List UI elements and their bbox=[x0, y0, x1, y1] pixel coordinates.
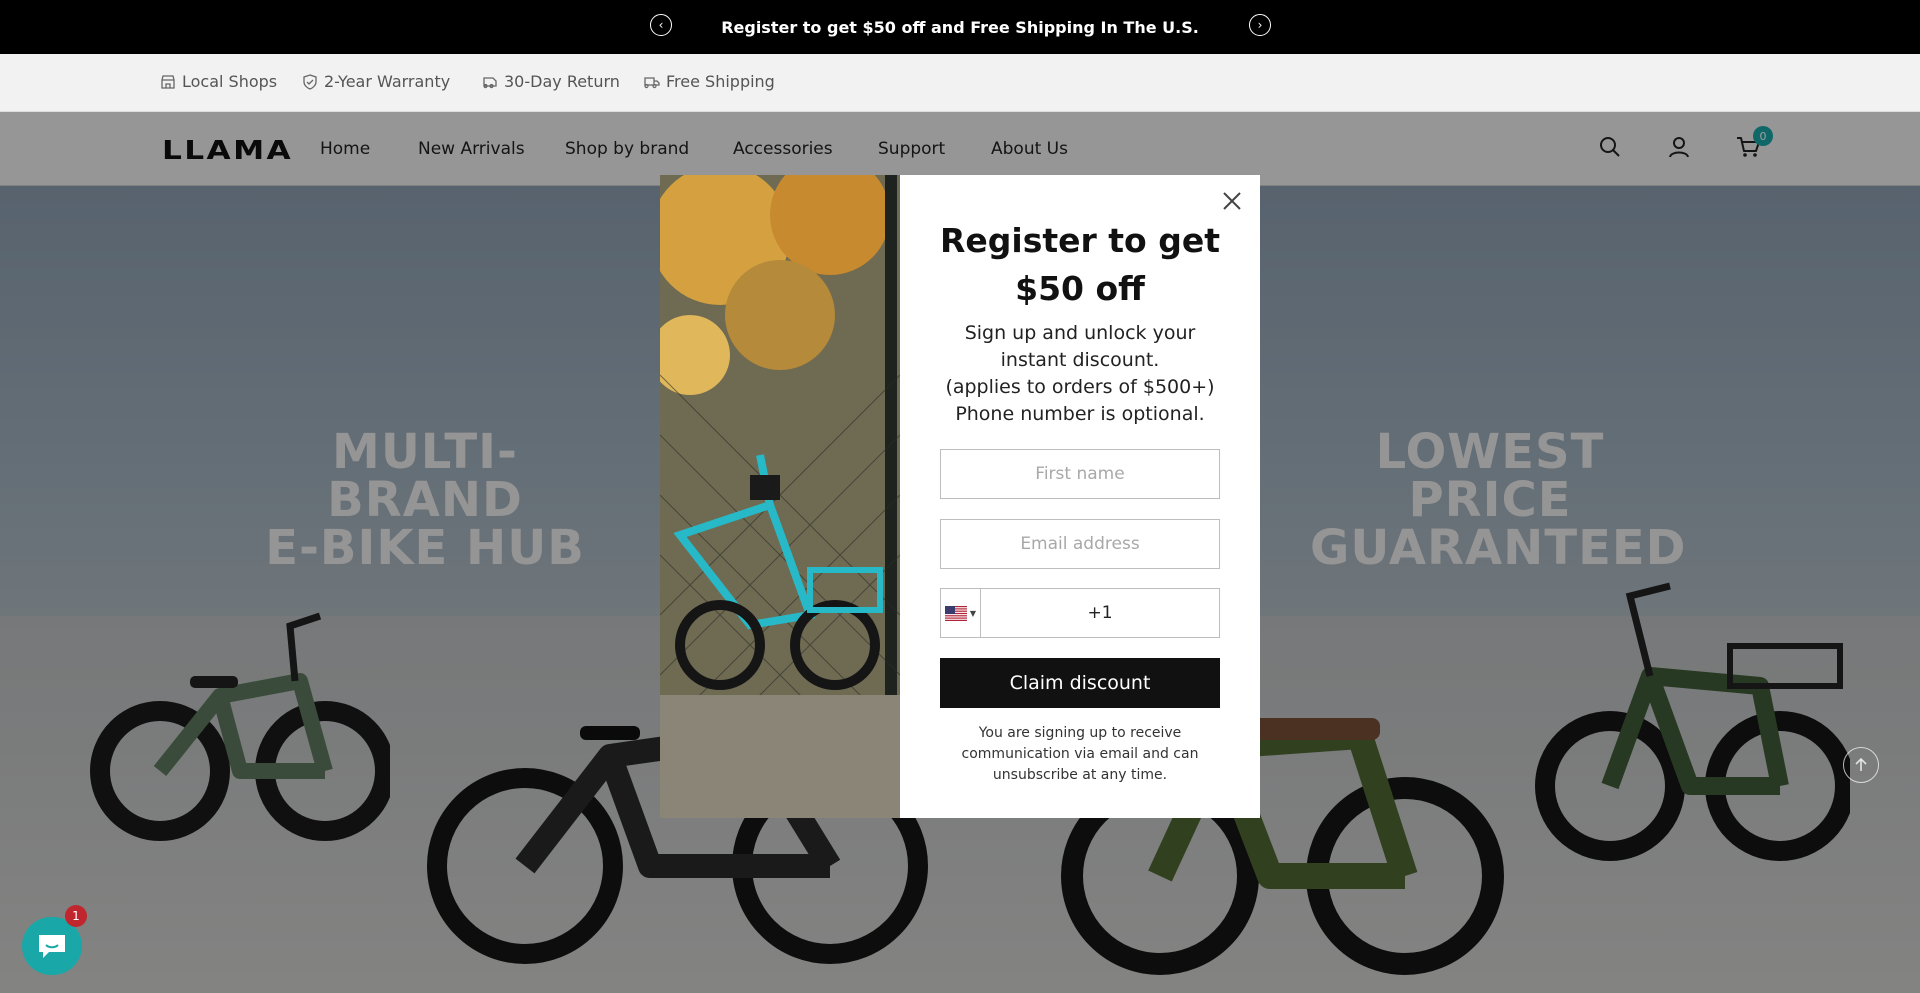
scroll-top-icon[interactable] bbox=[1843, 747, 1879, 783]
shield-check-icon bbox=[303, 73, 317, 90]
signup-modal: Register to get $50 off Sign up and unlo… bbox=[660, 175, 1260, 818]
close-icon[interactable] bbox=[1218, 187, 1246, 215]
email-input[interactable] bbox=[940, 519, 1220, 569]
modal-body-line-1: Sign up and unlock your bbox=[964, 322, 1196, 344]
phone-field: ▼ +1 bbox=[940, 588, 1220, 638]
first-name-input[interactable] bbox=[940, 449, 1220, 499]
chat-bubble-icon bbox=[39, 935, 65, 958]
perks-bar: Local Shops 2-Year Warranty 30-Day Retur… bbox=[0, 54, 1920, 112]
announcement-bar: ‹ Register to get $50 off and Free Shipp… bbox=[0, 0, 1920, 54]
phone-input[interactable]: +1 bbox=[981, 589, 1219, 637]
chevron-down-icon: ▼ bbox=[969, 608, 977, 618]
perk-local-shops[interactable]: Local Shops bbox=[160, 72, 277, 91]
truck-icon bbox=[644, 76, 660, 88]
modal-body-line-4: Phone number is optional. bbox=[955, 403, 1205, 425]
perk-label: Free Shipping bbox=[666, 72, 775, 91]
us-flag-icon bbox=[944, 605, 967, 621]
modal-body: Sign up and unlock your instant discount… bbox=[920, 320, 1240, 428]
claim-discount-button[interactable]: Claim discount bbox=[940, 658, 1220, 708]
return-icon bbox=[483, 76, 497, 88]
signup-form: Register to get $50 off Sign up and unlo… bbox=[900, 175, 1260, 818]
modal-title-line-1: Register to get bbox=[939, 221, 1220, 260]
announcement-message[interactable]: Register to get $50 off and Free Shippin… bbox=[721, 18, 1199, 37]
modal-photo bbox=[660, 175, 900, 818]
tricycle-photo bbox=[660, 175, 900, 818]
perk-label: Local Shops bbox=[182, 72, 278, 91]
modal-title-line-2: $50 off bbox=[1015, 269, 1145, 308]
modal-title: Register to get $50 off bbox=[900, 217, 1260, 313]
perk-label: 30-Day Return bbox=[504, 72, 620, 91]
store-icon bbox=[161, 74, 175, 89]
chevron-left-icon[interactable]: ‹ bbox=[650, 14, 672, 36]
modal-body-line-3: (applies to orders of $500+) bbox=[945, 376, 1215, 398]
perk-warranty[interactable]: 2-Year Warranty bbox=[302, 72, 450, 91]
perk-return[interactable]: 30-Day Return bbox=[482, 72, 620, 91]
chat-badge: 1 bbox=[65, 905, 87, 927]
disclaimer-text: You are signing up to receive communicat… bbox=[961, 725, 1199, 783]
modal-body-line-2: instant discount. bbox=[1000, 349, 1160, 371]
perk-free-shipping[interactable]: Free Shipping bbox=[644, 72, 775, 91]
perk-label: 2-Year Warranty bbox=[324, 72, 451, 91]
country-select[interactable]: ▼ bbox=[941, 589, 981, 637]
chevron-right-icon[interactable]: › bbox=[1249, 14, 1271, 36]
